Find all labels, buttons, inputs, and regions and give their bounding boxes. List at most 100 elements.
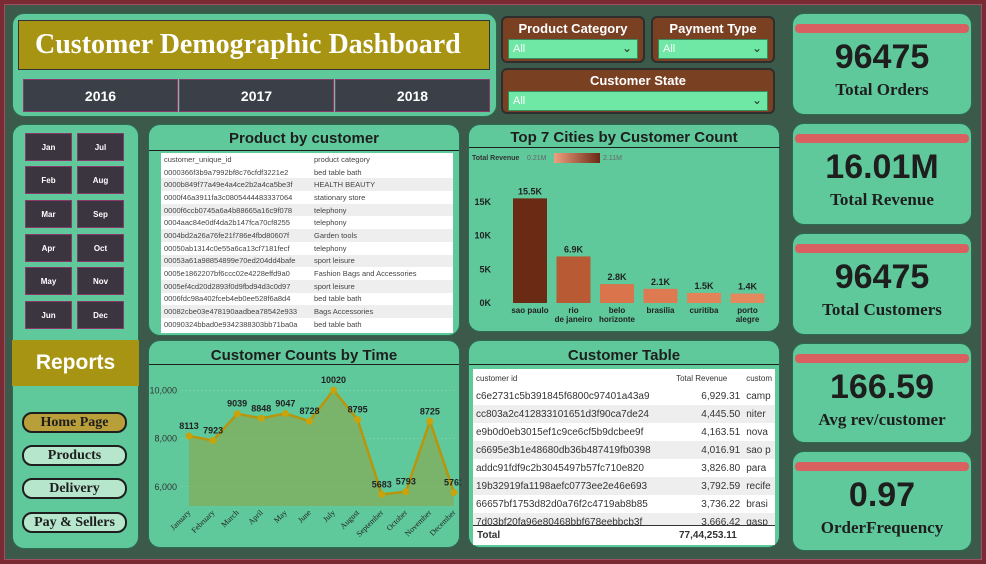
bar[interactable] (643, 288, 678, 303)
column-header[interactable]: Total Revenue (673, 369, 743, 387)
bar[interactable] (513, 198, 547, 303)
year-2018-button[interactable]: 2018 (335, 79, 490, 112)
month-mar-button[interactable]: Mar (25, 200, 72, 228)
kpi-avg-rev-customer: 166.59 Avg rev/customer (792, 343, 972, 443)
column-header[interactable]: customer_unique_id (161, 153, 311, 166)
table-cell: 0004aac84e0df4da2b147fca70cf8255 (164, 218, 290, 228)
table-row[interactable]: cc803a2c412833101651d3f90ca7de24 4,445.50… (473, 405, 775, 423)
table-row[interactable]: c6e2731c5b391845f6800c97401a43a9 6,929.31… (473, 387, 775, 405)
kpi-value: 96475 (834, 38, 930, 76)
month-jun-button[interactable]: Jun (25, 301, 72, 329)
data-point[interactable] (330, 386, 338, 394)
table-row[interactable]: 0005e1862207bf6ccc02e4228effd9a0 Fashion … (161, 267, 453, 280)
payment-type-value: All (663, 43, 676, 55)
month-sep-button[interactable]: Sep (77, 200, 124, 228)
kpi-value: 166.59 (830, 368, 934, 406)
table-row[interactable]: c6695e3b1e48680db36b487419fb0398 4,016.91… (473, 441, 775, 459)
x-tick-label: March (219, 508, 240, 529)
customer-state-label: Customer State (589, 73, 687, 88)
data-point[interactable] (354, 416, 362, 424)
payment-type-filter[interactable]: Payment Type All ⌄ (651, 16, 775, 63)
month-apr-button[interactable]: Apr (25, 234, 72, 262)
data-point[interactable] (450, 489, 458, 497)
data-point[interactable] (426, 417, 434, 425)
x-tick-label: August (338, 508, 361, 531)
delivery-button[interactable]: Delivery (22, 478, 127, 499)
bar[interactable] (600, 284, 634, 303)
product-category-select[interactable]: All ⌄ (508, 39, 638, 59)
column-header[interactable]: product category (311, 153, 453, 166)
data-label: 2.1K (651, 277, 671, 287)
bar[interactable] (556, 256, 591, 303)
table-row[interactable]: 00082cbe03e478190aadbea78542e933 Bags Acc… (161, 305, 453, 318)
table-row[interactable]: addc91fdf9c2b3045497b57fc710e820 3,826.80… (473, 459, 775, 477)
table-row[interactable]: 0000366f3b9a7992bf8c76cfdf3221e2 bed tabl… (161, 166, 453, 179)
month-dec-button[interactable]: Dec (77, 301, 124, 329)
month-oct-button[interactable]: Oct (77, 234, 124, 262)
kpi-accent-bar (795, 354, 969, 363)
data-label: 1.4K (738, 282, 758, 292)
table-row[interactable]: 0000b849f77a49e4a4ce2b2a4ca5be3f HEALTH B… (161, 178, 453, 192)
month-may-button[interactable]: May (25, 267, 72, 295)
customer-state-select[interactable]: All ⌄ (508, 91, 768, 111)
kpi-accent-bar (795, 24, 969, 33)
month-jul-button[interactable]: Jul (77, 133, 124, 161)
table-cell: Fashion Bags and Accessories (314, 269, 417, 279)
product-table-container[interactable]: customer_unique_id product category 0000… (161, 153, 453, 333)
table-cell: 3,792.59 (673, 477, 744, 495)
table-row[interactable]: 00090324bbad0e9342388303bb71ba0a bed tabl… (161, 318, 453, 331)
month-aug-button[interactable]: Aug (77, 166, 124, 194)
table-row[interactable]: 0004aac84e0df4da2b147fca70cf8255 telephon… (161, 216, 453, 229)
month-feb-button[interactable]: Feb (25, 166, 72, 194)
table-row[interactable]: 00050ab1314c0e55a6ca13cf7181fecf telephon… (161, 242, 453, 255)
data-point[interactable] (209, 437, 217, 445)
x-tick-label: June (296, 508, 313, 525)
data-point[interactable] (281, 410, 289, 418)
table-row[interactable]: e9b0d0eb3015ef1c9ce6cf5b9dcbee9f 4,163.51… (473, 423, 775, 441)
table-row[interactable]: 66657bf1753d82d0a76f2c4719ab8b85 3,736.22… (473, 495, 775, 513)
year-2016-button[interactable]: 2016 (23, 79, 178, 112)
table-row[interactable]: 0005ef4cd20d2893f0d9fbd94d3c0d97 sport le… (161, 279, 453, 293)
kpi-total-revenue: 16.01M Total Revenue (792, 123, 972, 225)
column-header[interactable]: customer id (473, 369, 673, 387)
table-row[interactable]: 0006fdc98a402fceb4eb0ee528f6a8d4 bed tabl… (161, 293, 453, 306)
data-point[interactable] (185, 432, 193, 440)
product-category-filter[interactable]: Product Category All ⌄ (501, 16, 645, 63)
data-point[interactable] (378, 490, 386, 498)
table-cell: sport leisure (311, 279, 453, 293)
column-header[interactable]: custom (743, 369, 775, 387)
data-point[interactable] (233, 410, 241, 418)
table-row[interactable]: 0004bd2a26a76fe21f786e4fbd80607f Garden t… (161, 229, 453, 242)
x-tick-label: May (272, 508, 289, 525)
table-cell: 4,163.51 (701, 426, 741, 438)
data-point[interactable] (305, 417, 313, 425)
home-page-button[interactable]: Home Page (22, 412, 127, 433)
customer-state-filter[interactable]: Customer State All ⌄ (501, 68, 775, 114)
products-button[interactable]: Products (22, 445, 127, 466)
chevron-down-icon: ⌄ (751, 41, 762, 55)
total-label: Total (477, 530, 501, 541)
table-cell: 0004bd2a26a76fe21f786e4fbd80607f (161, 229, 311, 242)
pay-sellers-button[interactable]: Pay & Sellers (22, 512, 127, 533)
month-jan-button[interactable]: Jan (25, 133, 72, 161)
bar[interactable] (730, 293, 765, 303)
bar[interactable] (687, 292, 721, 303)
data-point[interactable] (257, 414, 265, 422)
year-2017-button[interactable]: 2017 (179, 79, 334, 112)
table-row[interactable]: 0000f46a3911fa3c0805444483337064 stationa… (161, 191, 453, 204)
customer-table-container[interactable]: customer id Total Revenue custom c6e2731… (473, 369, 775, 545)
table-cell: nova (746, 426, 768, 438)
table-row[interactable]: 00053a61a98854899e70ed204dd4bafe sport le… (161, 254, 453, 268)
data-point[interactable] (402, 488, 410, 496)
kpi-accent-bar (795, 462, 969, 471)
table-cell: cc803a2c412833101651d3f90ca7de24 (473, 405, 674, 423)
month-nov-button[interactable]: Nov (77, 267, 124, 295)
x-tick-label: belo horizonte (599, 306, 636, 324)
customer-table-panel: Customer Table customer id Total Revenue… (468, 340, 780, 548)
payment-type-select[interactable]: All ⌄ (658, 39, 768, 59)
y-tick-label: 10,000 (149, 386, 177, 396)
table-row[interactable]: 0000f6ccb0745a6a4b88665a16c9f078 telephon… (161, 203, 453, 217)
table-cell: sao p (743, 441, 775, 459)
table-row[interactable]: 19b32919fa1198aefc0773ee2e46e693 3,792.59… (473, 477, 775, 495)
table-cell: Bags Accessories (311, 305, 453, 318)
